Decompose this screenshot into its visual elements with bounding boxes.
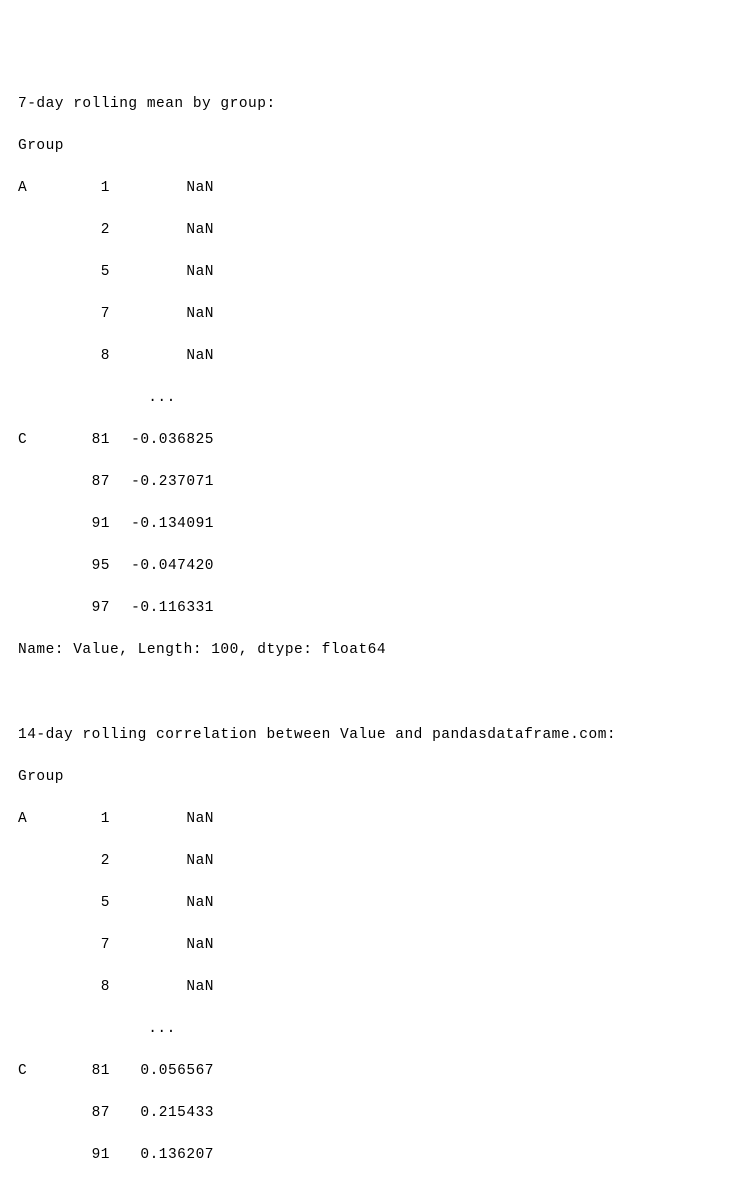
section1-title: 7-day rolling mean by group: xyxy=(18,94,712,115)
series-footer: Name: Value, Length: 100, dtype: float64 xyxy=(18,640,712,661)
group-label: C xyxy=(18,430,74,451)
row-value: -0.134091 xyxy=(110,514,214,535)
group-label: C xyxy=(18,1061,74,1082)
table-row: 870.215433 xyxy=(18,1103,712,1124)
row-value: -0.047420 xyxy=(110,556,214,577)
row-value: NaN xyxy=(110,809,214,830)
row-index: 1 xyxy=(74,178,110,199)
table-row: 2NaN xyxy=(18,220,712,241)
truncation-ellipsis: ... xyxy=(18,388,712,409)
row-index: 7 xyxy=(74,935,110,956)
table-row: 910.136207 xyxy=(18,1145,712,1166)
row-value: -0.116331 xyxy=(110,598,214,619)
row-value: -0.237071 xyxy=(110,472,214,493)
group-label: A xyxy=(18,178,74,199)
table-row: 95-0.047420 xyxy=(18,556,712,577)
row-index: 7 xyxy=(74,304,110,325)
table-row: 91-0.134091 xyxy=(18,514,712,535)
row-index: 91 xyxy=(74,514,110,535)
row-index: 8 xyxy=(74,346,110,367)
table-row: 7NaN xyxy=(18,935,712,956)
ellipsis-icon: ... xyxy=(110,1019,214,1040)
row-index: 95 xyxy=(74,556,110,577)
row-value: NaN xyxy=(110,220,214,241)
table-row: 7NaN xyxy=(18,304,712,325)
table-row: 87-0.237071 xyxy=(18,472,712,493)
table-row: A1NaN xyxy=(18,809,712,830)
row-value: 0.056567 xyxy=(110,1061,214,1082)
blank-line xyxy=(18,683,712,704)
table-row: 8NaN xyxy=(18,977,712,998)
table-row: A1NaN xyxy=(18,178,712,199)
row-value: NaN xyxy=(110,893,214,914)
row-index: 81 xyxy=(74,430,110,451)
ellipsis-icon: ... xyxy=(110,388,214,409)
row-index: 87 xyxy=(74,472,110,493)
truncation-ellipsis: ... xyxy=(18,1019,712,1040)
row-value: 0.215433 xyxy=(110,1103,214,1124)
row-index: 91 xyxy=(74,1145,110,1166)
row-index: 2 xyxy=(74,851,110,872)
row-value: NaN xyxy=(110,977,214,998)
table-row: C81-0.036825 xyxy=(18,430,712,451)
row-index: 2 xyxy=(74,220,110,241)
table-row: C810.056567 xyxy=(18,1061,712,1082)
row-index: 8 xyxy=(74,977,110,998)
group-label: A xyxy=(18,809,74,830)
table-row: 8NaN xyxy=(18,346,712,367)
row-value: NaN xyxy=(110,851,214,872)
row-value: 0.136207 xyxy=(110,1145,214,1166)
row-value: NaN xyxy=(110,935,214,956)
section2-title: 14-day rolling correlation between Value… xyxy=(18,725,712,746)
row-index: 5 xyxy=(74,893,110,914)
row-index: 87 xyxy=(74,1103,110,1124)
row-index: 1 xyxy=(74,809,110,830)
table-row: 5NaN xyxy=(18,893,712,914)
table-row: 97-0.116331 xyxy=(18,598,712,619)
row-value: NaN xyxy=(110,346,214,367)
row-value: -0.036825 xyxy=(110,430,214,451)
row-index: 97 xyxy=(74,598,110,619)
table-row: 2NaN xyxy=(18,851,712,872)
table-row: 5NaN xyxy=(18,262,712,283)
section1-index-header: Group xyxy=(18,136,712,157)
row-index: 81 xyxy=(74,1061,110,1082)
row-value: NaN xyxy=(110,178,214,199)
section2-index-header: Group xyxy=(18,767,712,788)
row-index: 5 xyxy=(74,262,110,283)
row-value: NaN xyxy=(110,304,214,325)
row-value: NaN xyxy=(110,262,214,283)
